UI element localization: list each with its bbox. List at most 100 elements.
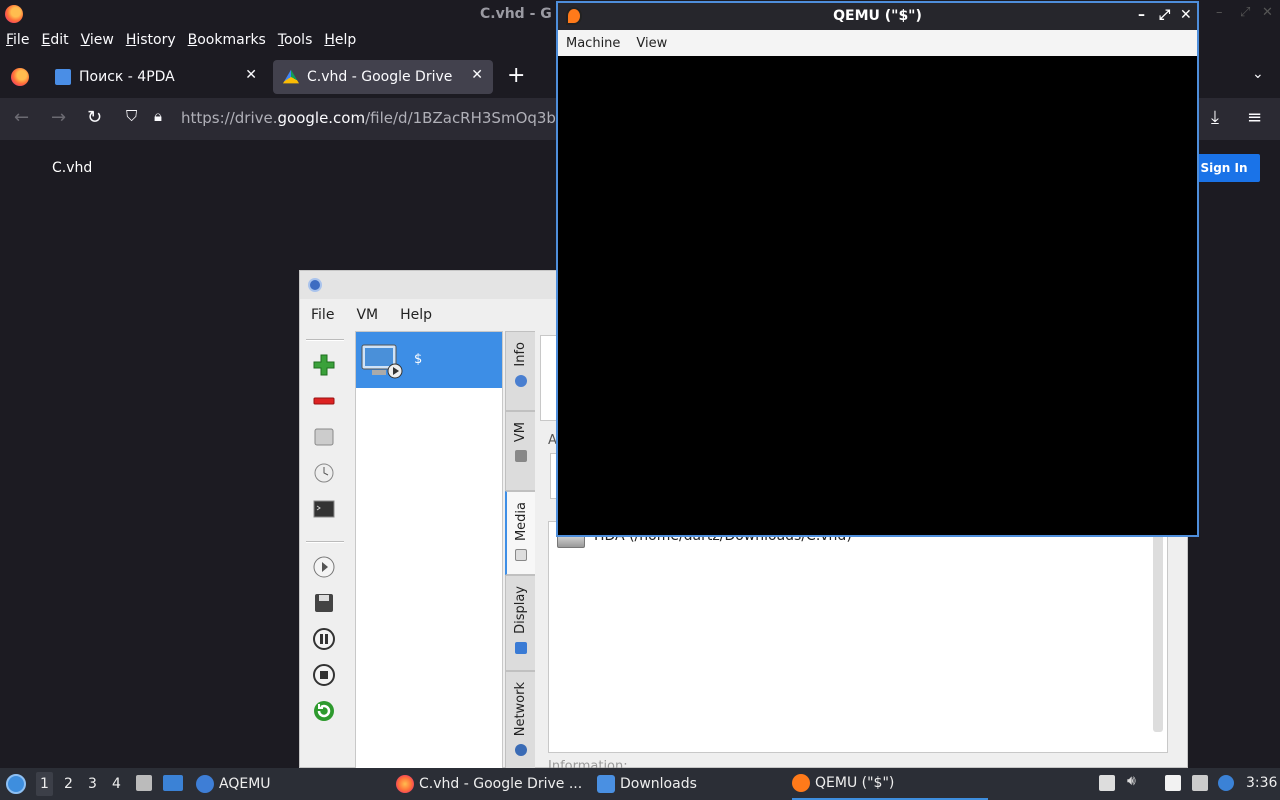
list-tabs-icon[interactable]: ⌄ [1252,66,1264,82]
forward-icon[interactable]: → [51,107,66,128]
tab-label: Network [513,682,528,737]
tab-vm[interactable]: VM [505,411,535,491]
app-menu-icon[interactable]: ≡ [1247,107,1262,128]
stop-icon[interactable] [312,663,336,687]
info-icon [514,374,527,387]
vm-settings-icon[interactable] [312,425,336,449]
aqemu-menu-vm[interactable]: VM [345,301,389,329]
taskbar-item-qemu[interactable]: QEMU ("$") [792,768,988,800]
updates-icon[interactable] [1218,775,1234,791]
tab-close-icon[interactable]: ✕ [471,67,483,83]
save-icon[interactable] [312,591,336,615]
display-icon [514,641,527,654]
tab-network[interactable]: Network [505,671,535,769]
maximize-icon[interactable]: ⤢ [1240,5,1250,20]
menu-edit[interactable]: Edit [35,30,74,52]
qemu-menu-machine[interactable]: Machine [558,30,628,56]
media-icon [515,549,527,562]
workspace-4[interactable]: 4 [112,776,121,792]
display-tray-icon[interactable] [1192,775,1208,791]
qemu-icon [792,774,810,792]
usb-icon[interactable] [1099,775,1115,791]
url-path: /file/d/1BZacRH3SmOq3bzJsw [365,109,589,127]
tab-label: Media [513,502,529,542]
aqemu-menu-help[interactable]: Help [389,301,443,329]
terminal-icon[interactable] [312,497,336,521]
menu-history[interactable]: History [120,30,182,52]
tab-display[interactable]: Display [505,575,535,671]
qemu-window: QEMU ("$") – ⤢ ✕ Machine View [556,1,1199,537]
url-domain: google.com [277,109,366,127]
aqemu-menubar: File VM Help [300,301,443,329]
aqemu-icon [196,775,214,793]
qemu-menu-view[interactable]: View [628,30,675,56]
vm-display[interactable] [558,56,1197,535]
tab-info[interactable]: Info [505,331,535,411]
delete-vm-icon[interactable] [312,389,336,413]
clock-icon[interactable] [312,461,336,485]
workspace-2[interactable]: 2 [64,776,73,792]
minimize-icon[interactable]: – [1216,5,1223,20]
download-icon[interactable]: ⤓ [1211,107,1219,128]
tab-label: Info [513,342,528,367]
clipboard-icon[interactable] [1165,775,1181,791]
url-bar[interactable]: https://drive.google.com/file/d/1BZacRH3… [181,109,588,127]
file-name: C.vhd [52,160,93,176]
workspace-3[interactable]: 3 [88,776,97,792]
shield-icon[interactable]: ⛉ [126,107,137,125]
aqemu-menu-file[interactable]: File [300,301,345,329]
vm-list-item[interactable]: $ [356,332,502,388]
reload-icon[interactable]: ↻ [87,107,102,128]
desktop-icon[interactable] [163,775,183,791]
back-icon[interactable]: ← [14,107,29,128]
file-manager-icon[interactable] [136,775,152,791]
lock-icon[interactable]: 🔒︎ [154,107,162,125]
window-title: C.vhd - G [480,6,552,22]
tab-label: VM [513,422,528,443]
play-icon[interactable] [312,555,336,579]
tab-media[interactable]: Media [505,491,535,575]
aqemu-logo-icon [308,278,322,292]
taskbar-item-label: Downloads [620,776,697,792]
computer-icon [361,344,403,379]
tab-close-icon[interactable]: ✕ [245,67,257,83]
minimize-icon[interactable]: – [1138,7,1145,23]
firefox-icon [396,775,414,793]
qemu-titlebar: QEMU ("$") – ⤢ ✕ [558,3,1197,30]
clock[interactable]: 3:36 [1246,775,1277,791]
vm-name: $ [414,352,423,367]
scrollbar[interactable] [1153,522,1163,732]
close-icon[interactable]: ✕ [1262,5,1273,20]
add-vm-icon[interactable] [312,353,336,377]
workspace-1[interactable]: 1 [36,772,53,796]
menu-help[interactable]: Help [318,30,362,52]
tab-label: Поиск - 4PDA [79,69,175,85]
taskbar-item-aqemu[interactable]: AQEMU [196,768,271,800]
qemu-title: QEMU ("$") [833,8,922,24]
taskbar-item-label: C.vhd - Google Drive ... [419,776,583,792]
start-menu-icon[interactable] [6,774,26,794]
close-icon[interactable]: ✕ [1180,7,1192,23]
menu-tools[interactable]: Tools [272,30,319,52]
toolbar-separator [306,541,344,543]
menu-bookmarks[interactable]: Bookmarks [182,30,272,52]
tab-label: C.vhd - Google Drive [307,69,453,85]
tab-google-drive[interactable]: C.vhd - Google Drive ✕ [273,60,493,94]
firefox-view-icon[interactable] [11,68,29,86]
pause-icon[interactable] [312,627,336,651]
taskbar-item-firefox[interactable]: C.vhd - Google Drive ... [396,768,582,800]
tab-4pda[interactable]: Поиск - 4PDA ✕ [45,60,267,94]
url-prefix: https://drive. [181,109,278,127]
volume-icon[interactable]: 🔊︎ [1127,773,1143,789]
4pda-favicon-icon [55,69,71,85]
taskbar-item-label: QEMU ("$") [815,775,895,791]
reset-icon[interactable] [312,699,336,723]
menu-view[interactable]: View [75,30,120,52]
menu-file[interactable]: File [0,30,35,52]
maximize-icon[interactable]: ⤢ [1159,7,1170,23]
taskbar-item-downloads[interactable]: Downloads [597,768,697,800]
taskbar-item-label: AQEMU [219,776,271,792]
vm-list: $ [355,331,503,769]
tab-label: Display [513,586,528,634]
new-tab-icon[interactable]: + [507,63,525,88]
